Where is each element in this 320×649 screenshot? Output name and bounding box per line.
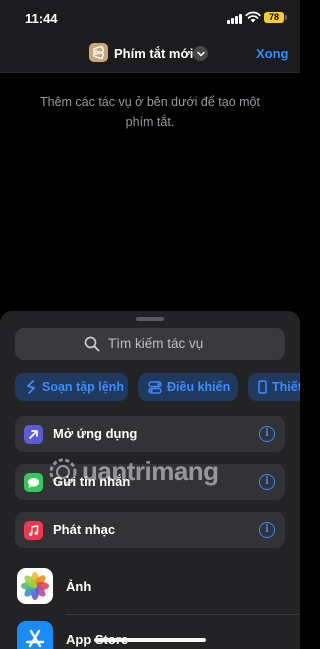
cellular-signal-icon bbox=[227, 14, 242, 24]
app-row-app-store[interactable]: App Store bbox=[0, 621, 300, 649]
wifi-icon bbox=[245, 11, 261, 23]
action-send-message[interactable]: Gửi tin nhắn i bbox=[15, 464, 285, 500]
actions-sheet: Tìm kiếm tác vụ Soạn tập lệnh Điều khiển… bbox=[0, 311, 300, 649]
app-row-photos[interactable]: Ảnh bbox=[0, 568, 300, 620]
device-icon bbox=[258, 380, 267, 394]
divider bbox=[66, 614, 300, 615]
status-time: 11:44 bbox=[25, 11, 58, 26]
shortcut-glyph-icon[interactable] bbox=[89, 43, 108, 62]
music-note-icon bbox=[24, 521, 43, 540]
action-label: Mở ứng dụng bbox=[53, 426, 138, 441]
chip-label: Thiết bbox=[272, 380, 300, 394]
action-label: Gửi tin nhắn bbox=[53, 474, 131, 489]
done-button[interactable]: Xong bbox=[256, 46, 289, 61]
battery-tip bbox=[285, 15, 287, 20]
chip-label: Điều khiển bbox=[167, 380, 231, 394]
search-placeholder: Tìm kiếm tác vụ bbox=[108, 336, 204, 351]
navigation-bar: Phím tắt mới Xong bbox=[0, 38, 300, 73]
page-title[interactable]: Phím tắt mới bbox=[114, 46, 193, 61]
action-label: Phát nhạc bbox=[53, 522, 116, 537]
info-icon[interactable]: i bbox=[259, 522, 275, 538]
sheet-grabber[interactable] bbox=[136, 317, 164, 321]
app-label: Ảnh bbox=[66, 579, 92, 594]
info-icon[interactable]: i bbox=[259, 474, 275, 490]
status-bar: 11:44 78 bbox=[0, 0, 300, 38]
chip-device[interactable]: Thiết bbox=[248, 373, 300, 401]
search-icon bbox=[84, 336, 100, 352]
empty-state-hint: Thêm các tác vụ ở bên dưới để tạo một ph… bbox=[39, 95, 260, 129]
chip-controls[interactable]: Điều khiển bbox=[138, 373, 238, 401]
chip-scripting[interactable]: Soạn tập lệnh bbox=[15, 373, 128, 401]
chip-label: Soạn tập lệnh bbox=[42, 380, 124, 394]
action-open-app[interactable]: Mở ứng dụng i bbox=[15, 416, 285, 452]
search-field[interactable]: Tìm kiếm tác vụ bbox=[15, 328, 285, 360]
chevron-down-icon[interactable] bbox=[193, 46, 208, 61]
arrow-up-right-icon bbox=[24, 425, 43, 444]
controls-icon bbox=[148, 380, 162, 394]
photos-icon bbox=[17, 568, 53, 604]
action-play-music[interactable]: Phát nhạc i bbox=[15, 512, 285, 548]
info-icon[interactable]: i bbox=[259, 426, 275, 442]
messages-icon bbox=[24, 473, 43, 492]
app-store-icon bbox=[17, 621, 53, 649]
home-indicator[interactable] bbox=[94, 638, 206, 642]
scripting-icon bbox=[27, 380, 35, 394]
battery-indicator: 78 bbox=[264, 12, 284, 23]
